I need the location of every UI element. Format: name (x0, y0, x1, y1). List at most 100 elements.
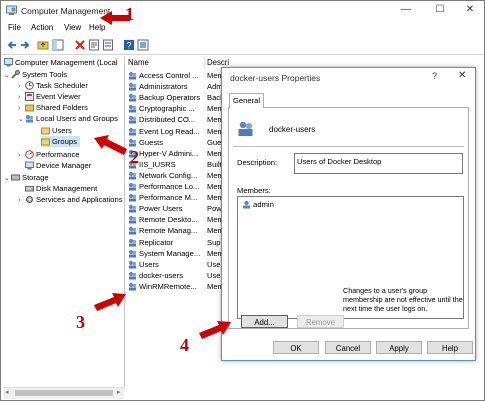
clock-icon (25, 81, 34, 90)
forward-arrow-icon[interactable] (19, 39, 31, 51)
tree-item-services-apps[interactable]: › Services and Applications (18, 194, 123, 205)
group-icon (129, 116, 137, 124)
help-icon[interactable]: ? (123, 39, 135, 51)
show-hide-tree-icon[interactable] (52, 39, 64, 51)
list-item[interactable]: Distributed CO... Mem (128, 114, 224, 125)
list-item[interactable]: Users User (128, 259, 223, 270)
menu-action[interactable]: Action (31, 23, 53, 32)
tree-item-device-manager[interactable]: Device Manager (25, 160, 91, 171)
chevron-down-icon[interactable]: ⌄ (18, 114, 25, 125)
tree-item-storage[interactable]: ⌄ Storage (4, 172, 49, 183)
membership-note: Changes to a user's group membership are… (343, 286, 463, 313)
tab-general[interactable]: General (229, 93, 264, 108)
scroll-right-icon[interactable]: ▸ (117, 388, 121, 396)
separator (233, 146, 464, 147)
group-icon (129, 205, 137, 213)
menu-bar: File Action View Help (1, 22, 484, 35)
list-item[interactable]: Remote Deskto... Mem (128, 214, 224, 225)
tree-item-groups[interactable]: Groups (41, 136, 80, 147)
chevron-right-icon[interactable]: › (18, 195, 25, 206)
list-item[interactable]: Access Control ... Mem (128, 70, 224, 81)
dialog-help-icon[interactable]: ? (432, 71, 437, 81)
users-group-icon (26, 115, 34, 123)
group-name: Cryptographic ... (139, 104, 195, 114)
list-item[interactable]: Cryptographic ... Mem (128, 103, 224, 114)
list-item[interactable]: Event Log Read... Mem (128, 126, 224, 137)
minimize-button[interactable]: — (395, 3, 417, 17)
member-item[interactable]: admin (242, 200, 274, 209)
tree-label: Disk Management (36, 184, 98, 193)
computer-management-icon (6, 5, 17, 15)
tree-item-event-viewer[interactable]: › Event Viewer (18, 91, 81, 102)
tree-label: Storage (22, 173, 49, 182)
list-item[interactable]: Remote Manag... Mem (128, 225, 224, 236)
group-icon (129, 171, 137, 180)
group-icon (129, 105, 137, 113)
list-item[interactable]: WinRMRemote... Mem (128, 281, 224, 292)
tree-item-task-scheduler[interactable]: › Task Scheduler (18, 80, 88, 91)
members-label: Members: (237, 186, 271, 195)
back-arrow-icon[interactable] (6, 39, 18, 51)
chevron-down-icon[interactable]: ⌄ (4, 70, 11, 81)
group-icon (129, 72, 137, 80)
delete-icon[interactable] (74, 39, 86, 51)
group-name: Administrators (139, 82, 188, 92)
remove-button[interactable]: Remove (297, 315, 344, 328)
menu-view[interactable]: View (64, 23, 81, 32)
tree-label: System Tools (22, 70, 68, 79)
maximize-button[interactable]: ☐ (429, 3, 451, 17)
column-header-name[interactable]: Name (128, 56, 205, 69)
list-item[interactable]: Network Config... Mem (128, 170, 224, 181)
group-name: Guests (139, 137, 164, 147)
dialog-title: docker-users Properties (230, 73, 321, 83)
annotation-arrow-2 (94, 135, 127, 155)
tree-item-system-tools[interactable]: ⌄ System Tools (4, 69, 67, 80)
cancel-button[interactable]: Cancel (325, 341, 371, 354)
tree-item-disk-management[interactable]: Disk Management (25, 183, 97, 194)
groups-list: Name Description Access Control ...MemAd… (125, 56, 229, 398)
group-icon (129, 216, 137, 224)
add-button[interactable]: Add... (241, 315, 288, 328)
tree-item-shared-folders[interactable]: › Shared Folders (18, 102, 88, 113)
tree-item-root[interactable]: Computer Management (Local (4, 57, 118, 68)
list-item[interactable]: docker-users Users (128, 270, 227, 281)
up-folder-icon[interactable] (37, 39, 49, 51)
list-item[interactable]: System Manage... Mem (128, 248, 224, 259)
chevron-down-icon[interactable]: ⌄ (4, 173, 11, 184)
close-button[interactable]: ✕ (459, 3, 481, 17)
tree-item-performance[interactable]: › Performance (18, 149, 79, 160)
menu-file[interactable]: File (8, 23, 21, 32)
properties-icon[interactable] (88, 39, 100, 51)
annotation-number-1: 1 (125, 4, 134, 24)
help-button[interactable]: Help (427, 341, 473, 354)
tree-horizontal-scrollbar[interactable]: ◂ ▸ (3, 387, 124, 399)
storage-icon (11, 174, 20, 181)
group-name: Power Users (139, 204, 183, 214)
chevron-right-icon[interactable]: › (18, 150, 25, 161)
description-field[interactable]: Users of Docker Desktop (294, 153, 463, 174)
dialog-close-button[interactable]: ✕ (458, 70, 466, 81)
tree-item-users[interactable]: Users (41, 125, 72, 136)
group-name: WinRMRemote... (139, 281, 197, 291)
group-name: Network Config... (139, 170, 198, 180)
scrollbar-thumb[interactable] (15, 390, 113, 396)
list-item[interactable]: Guests Gues (128, 137, 225, 148)
annotation-arrow-4 (199, 321, 231, 339)
apply-button[interactable]: Apply (376, 341, 422, 354)
list-item[interactable]: Replicator Supp (128, 237, 225, 248)
tree-label: Task Scheduler (36, 81, 88, 90)
scroll-left-icon[interactable]: ◂ (5, 388, 9, 396)
list-item[interactable]: Performance M... Mem (128, 192, 224, 203)
mmc-view-icon[interactable] (137, 39, 149, 51)
list-item[interactable]: Power Users Pow (128, 203, 222, 214)
ok-button[interactable]: OK (273, 341, 319, 354)
list-item[interactable]: Administrators Adm (128, 81, 223, 92)
list-item[interactable]: Backup Operators Back (128, 92, 224, 103)
group-name: IIS_IUSRS (139, 159, 176, 169)
tree-label: Services and Applications (36, 195, 123, 204)
list-item[interactable]: Performance Lo... Mem (128, 181, 224, 192)
annotation-number-2: 2 (130, 147, 139, 167)
export-list-icon[interactable] (102, 39, 114, 51)
group-icon (129, 238, 137, 246)
tree-item-local-users-groups[interactable]: ⌄ Local Users and Groups (18, 113, 118, 124)
